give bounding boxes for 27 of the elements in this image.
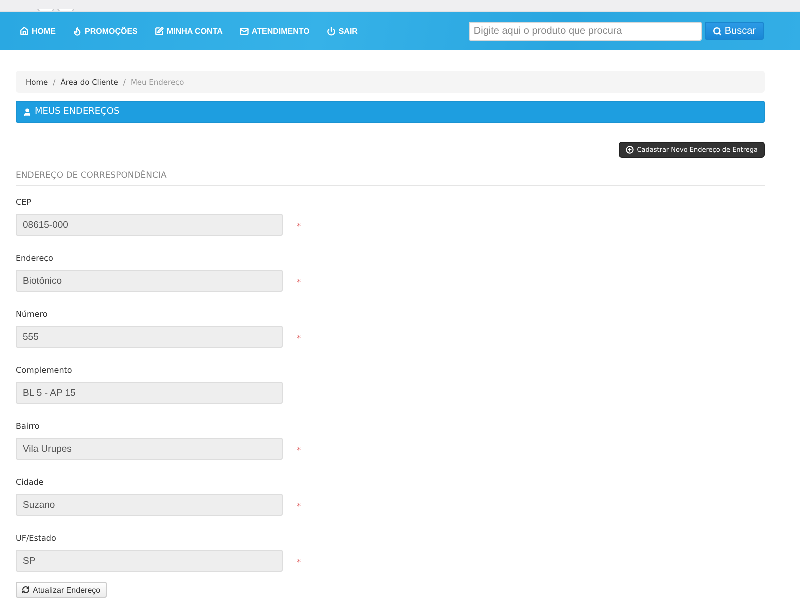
update-address-button[interactable]: Atualizar Endereço <box>16 582 107 598</box>
power-icon <box>326 26 336 36</box>
field-label: UF/Estado <box>16 533 56 545</box>
field-label: CEP <box>16 197 32 209</box>
required-mark: * <box>297 500 301 510</box>
mail-icon <box>240 26 249 36</box>
section-title: ENDEREÇO DE CORRESPONDÊNCIA <box>16 170 167 182</box>
field-label: Cidade <box>16 477 44 489</box>
field-label: Complemento <box>16 365 72 377</box>
required-mark: * <box>297 444 301 454</box>
edit-icon <box>154 26 164 36</box>
search-field[interactable]: Digite aqui o produto que procura <box>468 22 702 40</box>
required-mark: * <box>297 332 301 342</box>
field-label: Endereço <box>16 253 54 265</box>
panel-title: MEUS ENDEREÇOS <box>35 107 120 117</box>
field-label: Número <box>16 309 48 321</box>
required-mark: * <box>297 556 301 566</box>
field-label: Bairro <box>16 421 40 433</box>
refresh-icon <box>22 586 30 594</box>
search-icon <box>712 26 722 36</box>
home-icon <box>20 26 29 36</box>
plus-circle-icon <box>626 146 634 154</box>
flame-icon <box>73 26 82 36</box>
required-mark: * <box>297 220 301 230</box>
required-mark: * <box>297 276 301 286</box>
search-button[interactable]: Buscar <box>704 22 764 40</box>
user-icon <box>23 108 32 116</box>
